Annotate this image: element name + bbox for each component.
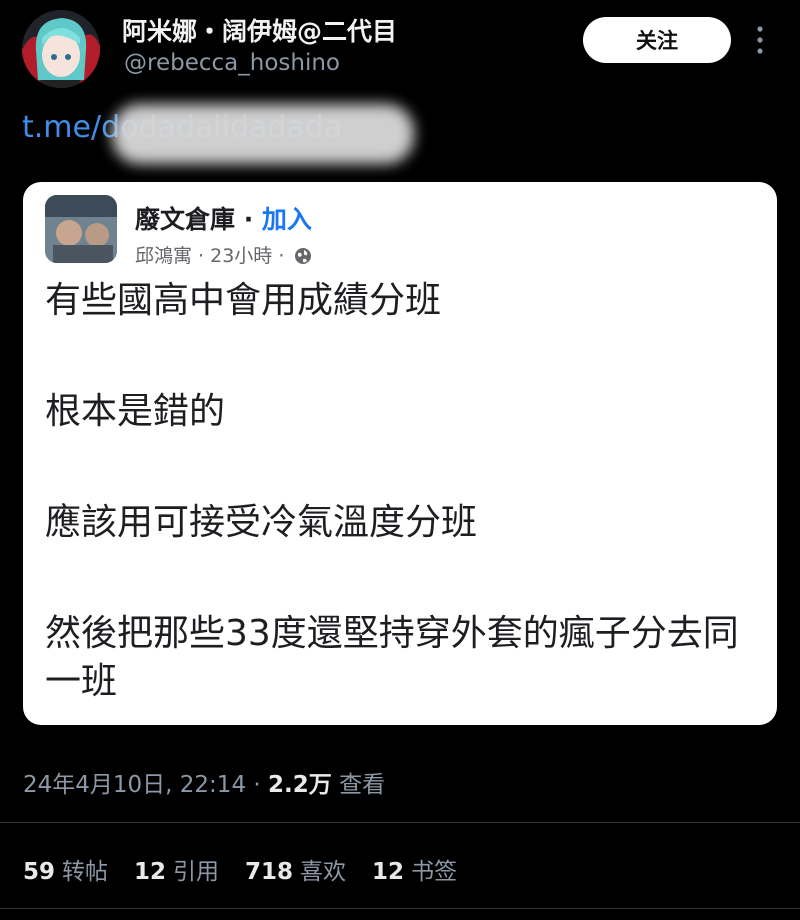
post-paragraph: 然後把那些33度還堅持穿外套的瘋子分去同一班	[45, 613, 739, 702]
follow-button[interactable]: 关注	[583, 17, 731, 63]
divider	[0, 822, 800, 823]
author-avatar[interactable]	[22, 10, 100, 88]
likes-stat[interactable]: 718 喜欢	[245, 852, 346, 886]
author-display-name[interactable]: 阿米娜・阔伊姆@二代目	[122, 12, 397, 48]
quotes-count: 12	[134, 859, 167, 885]
more-options-icon[interactable]	[752, 24, 768, 56]
author-handle[interactable]: @rebecca_hoshino	[124, 50, 340, 76]
retweets-stat[interactable]: 59 转帖	[23, 852, 108, 886]
quotes-stat[interactable]: 12 引用	[134, 852, 219, 886]
divider	[0, 908, 800, 909]
retweets-count: 59	[23, 859, 56, 885]
group-separator: ·	[235, 205, 262, 234]
group-avatar	[45, 195, 117, 263]
bookmarks-stat[interactable]: 12 书签	[372, 852, 457, 886]
bookmarks-label: 书签	[411, 859, 458, 885]
bookmarks-count: 12	[372, 859, 405, 885]
tweet-header: 阿米娜・阔伊姆@二代目 @rebecca_hoshino 关注	[0, 0, 800, 95]
embedded-screenshot[interactable]: 廢文倉庫 · 加入 邱鴻寓 · 23小時 · 有些國高中會用成績分班 根本是錯的…	[23, 182, 777, 725]
poster-line: 邱鴻寓 · 23小時 ·	[135, 245, 285, 267]
quotes-label: 引用	[173, 859, 220, 885]
timestamp[interactable]: 24年4月10日, 22:14 ·	[23, 772, 268, 798]
post-body: 有些國高中會用成績分班 根本是錯的 應該用可接受冷氣溫度分班 然後把那些33度還…	[45, 277, 757, 706]
redaction-mask	[112, 104, 414, 164]
post-paragraph: 根本是錯的	[45, 391, 226, 432]
post-paragraph: 應該用可接受冷氣溫度分班	[45, 502, 478, 543]
join-link[interactable]: 加入	[262, 205, 312, 234]
views-label: 查看	[331, 772, 386, 798]
globe-icon	[294, 247, 312, 270]
group-name: 廢文倉庫 · 加入	[135, 200, 312, 236]
likes-count: 718	[245, 859, 294, 885]
retweets-label: 转帖	[62, 859, 109, 885]
likes-label: 喜欢	[300, 859, 347, 885]
poster-info: 邱鴻寓 · 23小時 ·	[135, 241, 312, 270]
tweet-meta: 24年4月10日, 22:14 · 2.2万 查看	[23, 765, 385, 799]
engagement-stats: 59 转帖 12 引用 718 喜欢 12 书签	[23, 852, 457, 886]
view-count: 2.2万	[268, 772, 332, 798]
post-paragraph: 有些國高中會用成績分班	[45, 280, 442, 321]
group-title: 廢文倉庫	[135, 205, 236, 234]
